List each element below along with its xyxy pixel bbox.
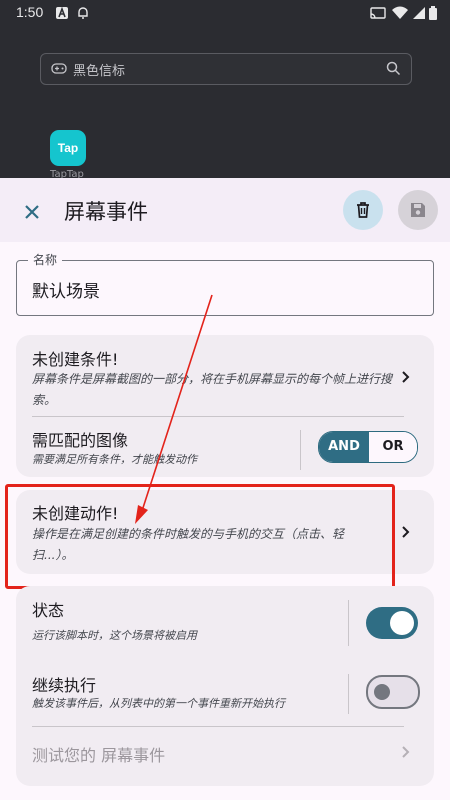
save-icon xyxy=(411,203,425,217)
wifi-icon xyxy=(392,6,408,19)
close-icon[interactable] xyxy=(18,198,46,226)
name-field-value[interactable]: 默认场景 xyxy=(32,277,100,302)
state-toggle[interactable] xyxy=(366,607,418,639)
delete-button[interactable] xyxy=(343,190,383,230)
state-vertical-divider xyxy=(348,600,349,646)
gamepad-icon xyxy=(51,63,67,74)
save-button[interactable] xyxy=(398,190,438,230)
continue-toggle[interactable] xyxy=(366,675,420,709)
conditions-title: 未创建条件! xyxy=(32,350,119,369)
and-or-toggle: AND OR xyxy=(318,431,418,463)
chevron-right-icon xyxy=(402,746,410,758)
cast-icon xyxy=(370,7,386,19)
highlight-box xyxy=(5,484,395,589)
state-title: 状态 xyxy=(32,601,65,620)
test-event-label: 测试您的 屏幕事件 xyxy=(32,746,166,765)
continue-vertical-divider xyxy=(348,674,349,714)
chevron-right-icon xyxy=(402,526,410,538)
status-bar: 1:50 xyxy=(0,0,450,26)
chevron-right-icon xyxy=(402,371,410,383)
state-description: 运行该脚本时，这个场景将被启用 xyxy=(32,629,197,642)
conditions-divider xyxy=(32,416,404,417)
status-time: 1:50 xyxy=(16,4,44,20)
background-search-bar: 黑色信标 xyxy=(40,53,412,85)
background-app-icon: Tap xyxy=(50,130,86,166)
conditions-description: 屏幕条件是屏幕截图的一部分，将在手机屏幕显示的每个帧上进行搜索。 xyxy=(32,372,393,407)
settings-divider xyxy=(32,726,404,727)
or-button[interactable]: OR xyxy=(369,432,417,462)
page-title: 屏幕事件 xyxy=(64,200,148,224)
trash-icon xyxy=(357,202,369,218)
continue-description: 触发该事件后，从列表中的第一个事件重新开始执行 xyxy=(32,697,285,710)
notification-a-icon xyxy=(56,6,68,19)
match-description: 需要满足所有条件，才能触发动作 xyxy=(32,453,197,466)
name-field-label: 名称 xyxy=(28,251,63,268)
search-icon xyxy=(386,61,401,76)
signal-icon xyxy=(413,7,425,19)
toggle-knob xyxy=(390,611,414,635)
background-search-placeholder: 黑色信标 xyxy=(73,64,126,79)
and-button[interactable]: AND xyxy=(319,432,369,462)
toggle-knob xyxy=(374,684,390,700)
match-title: 需匹配的图像 xyxy=(32,431,129,450)
bell-icon xyxy=(78,7,88,19)
match-vertical-divider xyxy=(300,430,301,470)
battery-icon xyxy=(429,6,437,20)
